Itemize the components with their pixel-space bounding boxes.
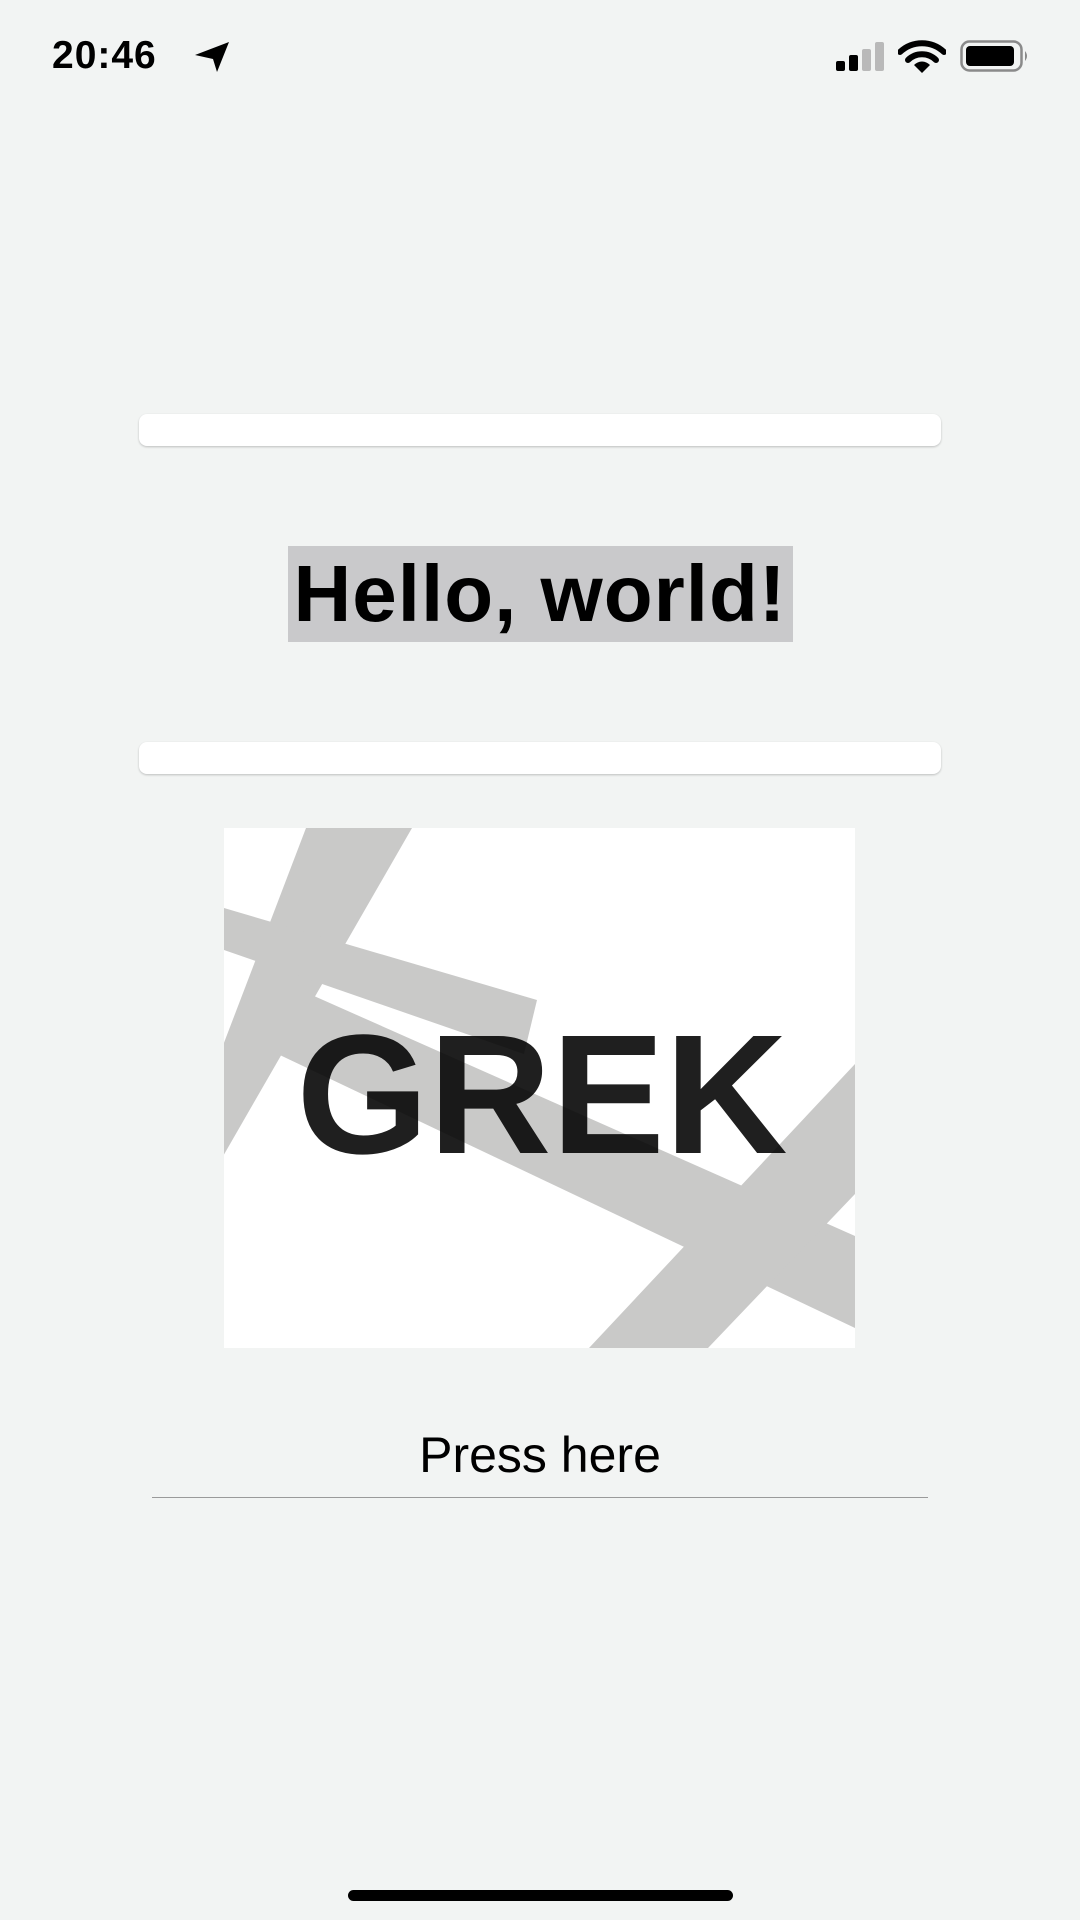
top-text-field[interactable] (139, 414, 941, 446)
status-bar: 20:46 (0, 0, 1080, 110)
location-arrow-icon (195, 42, 229, 72)
cellular-signal-icon (836, 42, 884, 71)
press-here-button[interactable]: Press here (152, 1412, 928, 1498)
heading-container: Hello, world! (0, 546, 1080, 642)
wifi-icon (898, 40, 946, 73)
status-time: 20:46 (52, 34, 157, 77)
home-indicator (348, 1890, 733, 1901)
hello-heading: Hello, world! (287, 546, 793, 642)
battery-icon (960, 40, 1027, 72)
logo-text: GREK (296, 1000, 787, 1190)
bottom-text-field[interactable] (139, 742, 941, 774)
grek-logo-image: GREK (224, 828, 855, 1348)
app-screen: 20:46 Hello, world! GREK Press here (0, 0, 1080, 1920)
